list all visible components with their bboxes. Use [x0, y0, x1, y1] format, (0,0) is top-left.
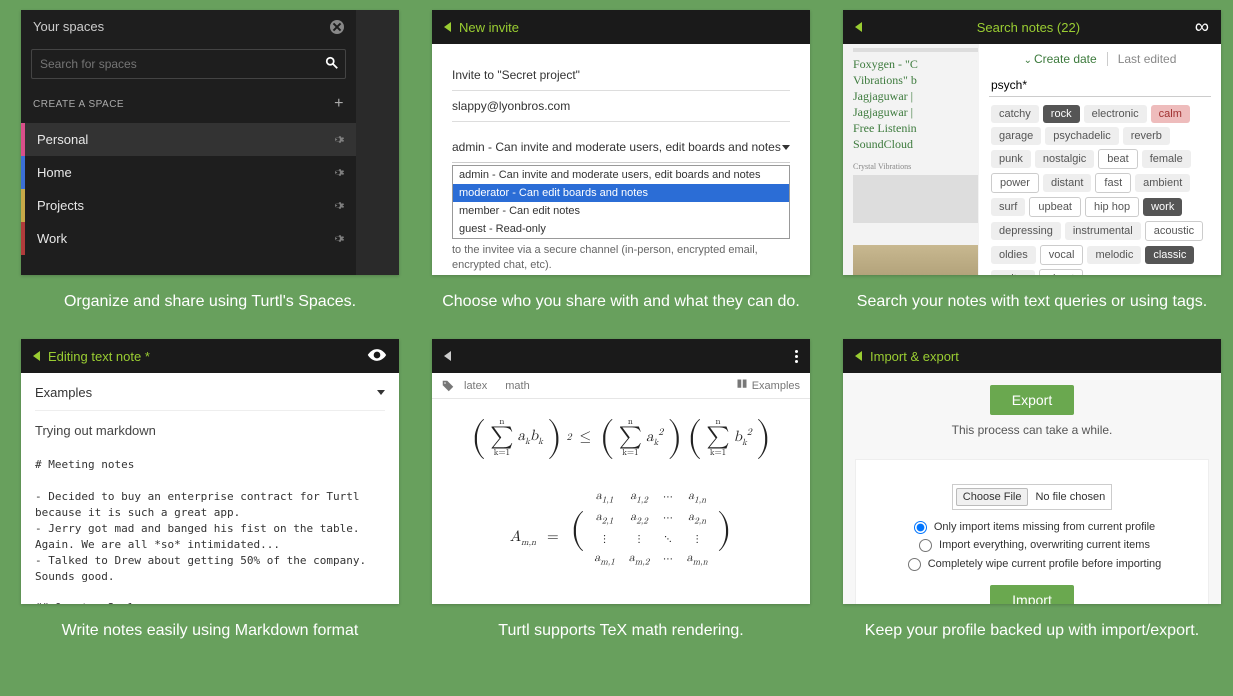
caption: Search your notes with text queries or u… — [843, 275, 1221, 339]
gear-icon[interactable] — [331, 199, 344, 212]
spaces-search[interactable] — [31, 49, 346, 79]
tag-list: catchyrockelectroniccalm garagepsychadeli… — [989, 103, 1211, 275]
sort-last-edited[interactable]: Last edited — [1107, 52, 1177, 66]
choose-file-button[interactable]: Choose File — [956, 488, 1029, 506]
math-render: ( n∑k=1 akbk )2 ≤ ( n∑k=1 ak2 ) ( n∑k=1 … — [432, 399, 810, 588]
invite-email[interactable]: slappy@lyonbros.com — [452, 91, 790, 122]
tag-pill[interactable]: surf — [991, 198, 1025, 216]
sort-create-date[interactable]: Create date — [1024, 52, 1097, 66]
role-option[interactable]: admin - Can invite and moderate users, e… — [453, 166, 789, 184]
spaces-title: Your spaces — [33, 19, 330, 34]
sidebar-item-home[interactable]: Home — [21, 156, 356, 189]
tag-pill[interactable]: hip hop — [1085, 197, 1139, 217]
back-icon[interactable] — [444, 351, 451, 361]
gear-icon[interactable] — [331, 232, 344, 245]
caption: Choose who you share with and what they … — [432, 275, 810, 339]
tag-pill[interactable]: electronic — [1084, 105, 1147, 123]
tag-pill[interactable]: acoustic — [1145, 221, 1203, 241]
tag-pill[interactable]: rock — [1043, 105, 1080, 123]
gear-icon[interactable] — [331, 166, 344, 179]
tag-pill[interactable]: catchy — [991, 105, 1039, 123]
examples-link[interactable]: Examples — [736, 378, 800, 393]
tag-pill[interactable]: garage — [991, 127, 1041, 145]
tag-item[interactable]: latex — [464, 380, 487, 392]
caption: Turtl supports TeX math rendering. — [432, 604, 810, 668]
tag-item[interactable]: math — [505, 380, 529, 392]
tag-pill[interactable]: calm — [1151, 105, 1190, 123]
role-dropdown[interactable]: admin - Can invite and moderate users, e… — [452, 165, 790, 239]
tag-pill[interactable]: nostalgic — [1035, 150, 1094, 168]
search-input[interactable] — [32, 50, 319, 78]
tag-pill[interactable]: beat — [1098, 149, 1137, 169]
tag-pill[interactable]: female — [1142, 150, 1191, 168]
close-icon[interactable] — [330, 20, 344, 34]
note-title-field[interactable]: Trying out markdown — [35, 411, 385, 451]
tag-pill[interactable]: psychadelic — [1045, 127, 1118, 145]
tag-pill[interactable]: guitar — [991, 270, 1035, 275]
tag-pill[interactable]: upbeat — [1029, 197, 1081, 217]
tag-pill[interactable]: reverb — [1123, 127, 1170, 145]
tag-pill[interactable]: chant — [1039, 269, 1084, 275]
role-select[interactable]: admin - Can invite and moderate users, e… — [452, 132, 790, 163]
invite-header: New invite — [432, 10, 810, 44]
sidebar-item-projects[interactable]: Projects — [21, 189, 356, 222]
tag-pill[interactable]: depressing — [991, 222, 1061, 240]
chevron-down-icon — [782, 145, 790, 150]
tag-pill[interactable]: vocal — [1040, 245, 1084, 265]
import-opt-1[interactable] — [914, 521, 927, 534]
tag-pill[interactable]: melodic — [1087, 246, 1141, 264]
back-icon[interactable] — [855, 351, 862, 361]
role-option[interactable]: member - Can edit notes — [453, 202, 789, 220]
spaces-header: Your spaces — [21, 10, 356, 43]
preview-icon[interactable] — [367, 348, 387, 365]
search-header: Search notes (22) ∞ — [843, 10, 1221, 44]
board-select[interactable]: Examples — [35, 373, 385, 411]
editor-header: Editing text note * — [21, 339, 399, 373]
io-header: Import & export — [843, 339, 1221, 373]
back-icon[interactable] — [33, 351, 40, 361]
back-icon[interactable] — [855, 22, 862, 32]
tag-row: latex math Examples — [432, 373, 810, 399]
tag-pill[interactable]: punk — [991, 150, 1031, 168]
export-note: This process can take a while. — [855, 415, 1209, 449]
search-icon[interactable] — [319, 56, 345, 73]
note-body-field[interactable]: # Meeting notes - Decided to buy an ente… — [35, 451, 385, 604]
invite-title: Invite to "Secret project" — [452, 60, 790, 91]
caption: Organize and share using Turtl's Spaces. — [21, 275, 399, 339]
tag-pill[interactable]: oldies — [991, 246, 1036, 264]
export-button[interactable]: Export — [990, 385, 1074, 415]
tag-pill[interactable]: fast — [1095, 173, 1131, 193]
back-icon[interactable] — [444, 22, 451, 32]
menu-icon[interactable] — [795, 350, 798, 363]
import-opt-3[interactable] — [908, 558, 921, 571]
tag-pill[interactable]: instrumental — [1065, 222, 1141, 240]
note-preview: Foxygen - "CVibrations" bJagjaguwar |Jag… — [843, 44, 979, 275]
tag-pill[interactable]: classic — [1145, 246, 1194, 264]
import-button[interactable]: Import — [990, 585, 1074, 604]
gear-icon[interactable] — [331, 133, 344, 146]
caption: Write notes easily using Markdown format — [21, 604, 399, 668]
plus-icon: + — [334, 95, 344, 113]
import-opt-2[interactable] — [919, 539, 932, 552]
file-name: No file chosen — [1035, 491, 1111, 503]
tag-pill[interactable]: distant — [1043, 174, 1091, 192]
tag-icon — [442, 380, 454, 392]
caption: Keep your profile backed up with import/… — [843, 604, 1221, 668]
search-query-input[interactable] — [989, 74, 1211, 97]
tex-header — [432, 339, 810, 373]
sidebar-item-work[interactable]: Work — [21, 222, 356, 255]
role-option[interactable]: guest - Read-only — [453, 220, 789, 238]
infinity-icon[interactable]: ∞ — [1195, 16, 1209, 39]
role-option[interactable]: moderator - Can edit boards and notes — [453, 184, 789, 202]
tag-pill[interactable]: work — [1143, 198, 1182, 216]
chevron-down-icon — [377, 390, 385, 395]
create-space[interactable]: CREATE A SPACE + — [21, 85, 356, 123]
sidebar-item-personal[interactable]: Personal — [21, 123, 356, 156]
file-chooser[interactable]: Choose File No file chosen — [952, 484, 1112, 510]
tag-pill[interactable]: ambient — [1135, 174, 1190, 192]
tag-pill[interactable]: power — [991, 173, 1039, 193]
